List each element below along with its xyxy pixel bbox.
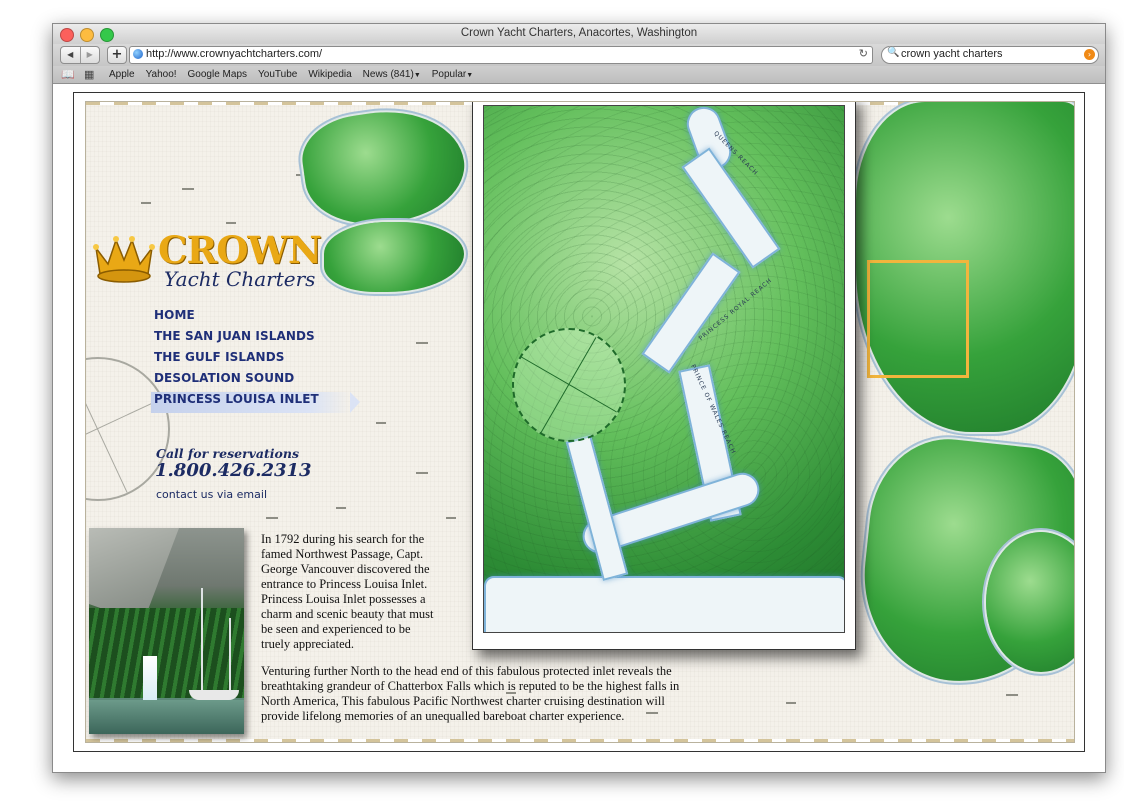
add-bookmark-button[interactable]: + — [107, 46, 127, 64]
title-bar: Crown Yacht Charters, Anacortes, Washing… — [53, 24, 1105, 45]
logo-tagline: Yacht Charters — [164, 267, 316, 291]
sailboat-hull — [189, 690, 239, 700]
nav-gulf-islands[interactable]: THE GULF ISLANDS — [154, 350, 374, 371]
depth-mark — [226, 222, 236, 224]
depth-mark — [1006, 694, 1018, 696]
depth-mark — [416, 342, 428, 344]
search-icon: 🔍 — [887, 47, 900, 58]
contact-email-link[interactable]: contact us via email — [156, 488, 267, 501]
bookmark-youtube[interactable]: YouTube — [258, 69, 297, 80]
bookmark-list: Apple Yahoo! Google Maps YouTube Wikiped… — [109, 69, 473, 80]
inset-map: QUEENS REACH PRINCESS ROYAL REACH PRINCE… — [472, 102, 856, 650]
browser-window: Crown Yacht Charters, Anacortes, Washing… — [52, 23, 1106, 773]
nav-home[interactable]: HOME — [154, 308, 374, 329]
phone-number[interactable]: 1.800.426.2313 — [155, 460, 312, 481]
bottom-border-band — [86, 739, 1074, 742]
topographic-map: QUEENS REACH PRINCESS ROYAL REACH PRINCE… — [483, 105, 845, 633]
forward-button[interactable]: ▶ — [79, 47, 100, 63]
bookmark-google-maps[interactable]: Google Maps — [188, 69, 247, 80]
history-buttons: ◀ ▶ — [60, 46, 100, 64]
chevron-down-icon: ▼ — [466, 72, 474, 79]
bookmarks-bar: 📖 ▦ Apple Yahoo! Google Maps YouTube Wik… — [53, 66, 1105, 84]
back-button[interactable]: ◀ — [61, 47, 80, 63]
bookmark-apple[interactable]: Apple — [109, 69, 135, 80]
waterfall — [143, 656, 157, 701]
chart-background: CROWN Yacht Charters HOME THE SAN JUAN I… — [85, 101, 1075, 743]
nav-princess-louisa-inlet[interactable]: PRINCESS LOUISA INLET — [151, 392, 360, 413]
reservations-label: Call for reservations — [156, 446, 300, 461]
search-query[interactable]: crown yacht charters — [901, 48, 1002, 60]
top-sites-icon[interactable]: ▦ — [84, 68, 94, 81]
compass-rose-icon — [512, 328, 626, 442]
window-title: Crown Yacht Charters, Anacortes, Washing… — [460, 27, 698, 39]
inlet-highlight-frame — [867, 260, 969, 378]
depth-mark — [266, 517, 278, 519]
bookmark-wikipedia[interactable]: Wikipedia — [308, 69, 351, 80]
depth-mark — [416, 472, 428, 474]
reload-icon[interactable]: ↻ — [859, 47, 868, 60]
inlet-water — [484, 576, 844, 632]
depth-mark — [376, 422, 386, 424]
site-frame: CROWN Yacht Charters HOME THE SAN JUAN I… — [73, 92, 1085, 752]
forest — [89, 608, 244, 698]
bookmark-popular-label: Popular — [431, 69, 467, 80]
crown-logo[interactable]: CROWN Yacht Charters — [92, 228, 362, 292]
globe-icon — [133, 49, 143, 59]
depth-mark — [446, 517, 456, 519]
depth-mark — [141, 202, 151, 204]
bookmark-news[interactable]: News (841)▼ — [363, 69, 421, 80]
bookmark-news-label: News (841) — [362, 69, 414, 80]
browser-toolbar: ◀ ▶ + http://www.crownyachtcharters.com/… — [53, 44, 1105, 66]
depth-mark — [786, 702, 796, 704]
bookmark-yahoo[interactable]: Yahoo! — [146, 69, 177, 80]
site-navigation: HOME THE SAN JUAN ISLANDS THE GULF ISLAN… — [151, 308, 374, 413]
sailboat-mast — [201, 588, 203, 698]
nav-desolation-sound[interactable]: DESOLATION SOUND — [154, 371, 374, 392]
address-bar[interactable]: http://www.crownyachtcharters.com/ ↻ — [129, 46, 873, 64]
nav-san-juan-islands[interactable]: THE SAN JUAN ISLANDS — [154, 329, 374, 350]
bookmark-popular[interactable]: Popular▼ — [432, 69, 473, 80]
paragraph-history: In 1792 during his search for the famed … — [261, 532, 434, 651]
depth-mark — [336, 507, 346, 509]
paragraph-chatterbox-falls: Venturing further North to the head end … — [261, 664, 680, 723]
inlet-photo — [89, 528, 244, 734]
clear-search-icon[interactable]: › — [1084, 49, 1095, 60]
page-content: CROWN Yacht Charters HOME THE SAN JUAN I… — [53, 84, 1105, 772]
chevron-down-icon: ▼ — [413, 72, 421, 79]
water-reflection — [89, 700, 244, 734]
reading-list-icon[interactable]: 📖 — [61, 68, 75, 81]
depth-mark — [182, 188, 194, 190]
url-text[interactable]: http://www.crownyachtcharters.com/ — [146, 48, 322, 60]
sailboat-mast — [229, 618, 231, 698]
crown-icon — [93, 236, 155, 283]
logo-wordmark: CROWN — [158, 228, 322, 272]
search-field[interactable]: 🔍 crown yacht charters › — [881, 46, 1099, 64]
